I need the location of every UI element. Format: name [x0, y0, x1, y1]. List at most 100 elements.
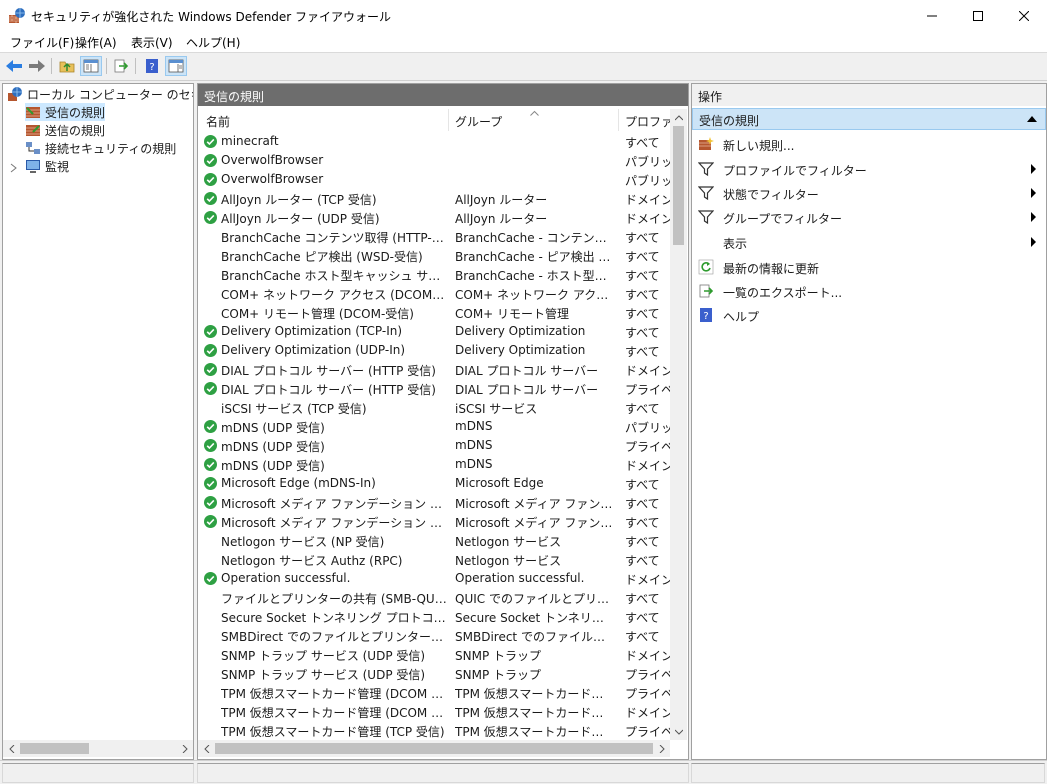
show-hide-console-tree-button[interactable] — [80, 56, 102, 76]
scroll-right-button[interactable] — [176, 740, 193, 757]
table-row[interactable]: DIAL プロトコル サーバー (HTTP 受信) DIAL プロトコル サーバー… — [198, 360, 670, 379]
scroll-left-button[interactable] — [198, 740, 215, 757]
rules-horizontal-scrollbar[interactable] — [198, 740, 670, 757]
table-row[interactable]: Microsoft メディア ファンデーション ネットワーク ... Micros… — [198, 512, 670, 531]
scrollbar-thumb[interactable] — [673, 126, 684, 245]
firewall-app-icon — [9, 8, 25, 23]
rule-group-cell: mDNS — [455, 419, 493, 433]
tree-item-inbound-rules[interactable]: 受信の規則 — [25, 103, 106, 121]
table-row[interactable]: Delivery Optimization (TCP-In) Delivery O… — [198, 322, 670, 341]
table-row[interactable]: SMBDirect でのファイルとプリンターの共有 (i... SMBDirect… — [198, 626, 670, 645]
table-row[interactable]: BranchCache ホスト型キャッシュ サーバー (HT... BranchC… — [198, 265, 670, 284]
scroll-down-button[interactable] — [670, 723, 687, 740]
table-row[interactable]: DIAL プロトコル サーバー (HTTP 受信) DIAL プロトコル サーバー… — [198, 379, 670, 398]
table-row[interactable]: minecraft すべて — [198, 132, 670, 151]
firewall-window: セキュリティが強化された Windows Defender ファイアウォール フ… — [0, 0, 1047, 784]
rules-vertical-scrollbar[interactable] — [670, 109, 687, 740]
forward-button[interactable] — [26, 56, 48, 76]
table-row[interactable]: Microsoft Edge (mDNS-In) Microsoft Edge すべ… — [198, 474, 670, 493]
rule-name-cell: AllJoyn ルーター (TCP 受信) — [221, 193, 377, 207]
rule-group-cell: Netlogon サービス — [455, 535, 562, 549]
scrollbar-thumb[interactable] — [215, 743, 653, 754]
help-icon: ? — [700, 308, 712, 322]
action-item[interactable]: ? ヘルプ — [692, 304, 1046, 326]
menu-file[interactable]: ファイル(F) — [10, 34, 74, 51]
tree-horizontal-scrollbar[interactable] — [3, 740, 193, 757]
table-row[interactable]: COM+ リモート管理 (DCOM-受信) COM+ リモート管理 すべて — [198, 303, 670, 322]
table-row[interactable]: Secure Socket トンネリング プロトコル (SSTP ... Secu… — [198, 607, 670, 626]
action-item[interactable]: 表示 — [692, 231, 1046, 253]
table-row[interactable]: SNMP トラップ サービス (UDP 受信) SNMP トラップ プライベー — [198, 664, 670, 683]
rule-profile-cell: すべて — [625, 630, 660, 644]
table-row[interactable]: iSCSI サービス (TCP 受信) iSCSI サービス すべて — [198, 398, 670, 417]
action-item[interactable]: プロファイルでフィルター — [692, 158, 1046, 180]
svg-text:?: ? — [703, 311, 708, 322]
export-list-button[interactable] — [110, 56, 132, 76]
table-row[interactable]: Operation successful. Operation successfu… — [198, 569, 670, 588]
back-arrow-icon — [6, 60, 22, 72]
actions-title: 操作 — [698, 90, 723, 104]
scroll-left-button[interactable] — [3, 740, 20, 757]
rule-group-cell: COM+ ネットワーク アクセス — [455, 288, 614, 302]
minimize-button[interactable] — [909, 0, 955, 31]
toolbar: ? — [0, 53, 1047, 81]
table-row[interactable]: mDNS (UDP 受信) mDNS ドメイン — [198, 455, 670, 474]
table-row[interactable]: TPM 仮想スマートカード管理 (DCOM 受信) TPM 仮想スマートカード管理… — [198, 702, 670, 721]
tree-root[interactable]: ローカル コンピューター のセキュリティ — [7, 85, 193, 103]
close-button[interactable] — [1001, 0, 1047, 31]
scroll-up-button[interactable] — [670, 109, 687, 126]
table-row[interactable]: mDNS (UDP 受信) mDNS パブリック — [198, 417, 670, 436]
column-header-profile[interactable]: プロファイル — [625, 113, 670, 130]
action-item[interactable]: 一覧のエクスポート... — [692, 280, 1046, 302]
action-item[interactable]: グループでフィルター — [692, 206, 1046, 228]
scroll-right-button[interactable] — [653, 740, 670, 757]
scrollbar-thumb[interactable] — [20, 743, 89, 754]
table-row[interactable]: OverwolfBrowser パブリック — [198, 170, 670, 189]
action-item[interactable]: 状態でフィルター — [692, 182, 1046, 204]
table-row[interactable]: OverwolfBrowser パブリック — [198, 151, 670, 170]
column-divider[interactable] — [618, 109, 619, 131]
minimize-icon — [927, 15, 937, 16]
actions-section-inbound-rules[interactable]: 受信の規則 — [692, 108, 1046, 130]
filter-icon — [698, 162, 714, 177]
table-row[interactable]: COM+ ネットワーク アクセス (DCOM-受信) COM+ ネットワーク アク… — [198, 284, 670, 303]
rule-name-cell: BranchCache コンテンツ取得 (HTTP-受信) — [221, 231, 447, 245]
rule-name-cell: SNMP トラップ サービス (UDP 受信) — [221, 668, 426, 682]
table-row[interactable]: mDNS (UDP 受信) mDNS プライベー — [198, 436, 670, 455]
table-row[interactable]: Netlogon サービス Authz (RPC) Netlogon サービス すべ… — [198, 550, 670, 569]
table-row[interactable]: BranchCache ピア検出 (WSD-受信) BranchCache - ピ… — [198, 246, 670, 265]
status-bar — [0, 760, 1047, 784]
tree-item-connection-security-rules[interactable]: 接続セキュリティの規則 — [25, 139, 176, 157]
rule-profile-cell: すべて — [625, 611, 660, 625]
table-row[interactable]: Microsoft メディア ファンデーション ネットワーク ... Micros… — [198, 493, 670, 512]
table-row[interactable]: TPM 仮想スマートカード管理 (TCP 受信) TPM 仮想スマートカード管理プ… — [198, 721, 670, 740]
collapse-icon[interactable] — [1027, 116, 1037, 122]
column-divider[interactable] — [448, 109, 449, 131]
action-item[interactable]: 最新の情報に更新 — [692, 256, 1046, 278]
maximize-button[interactable] — [955, 0, 1001, 31]
tree-item-monitoring[interactable]: 監視 — [25, 157, 69, 175]
menu-help[interactable]: ヘルプ(H) — [186, 34, 240, 51]
table-row[interactable]: TPM 仮想スマートカード管理 (DCOM 受信) TPM 仮想スマートカード管理… — [198, 683, 670, 702]
table-row[interactable]: AllJoyn ルーター (UDP 受信) AllJoyn ルーター ドメイン, プ — [198, 208, 670, 227]
table-row[interactable]: Netlogon サービス (NP 受信) Netlogon サービス すべて — [198, 531, 670, 550]
menu-action[interactable]: 操作(A) — [75, 34, 117, 51]
filter-icon — [698, 210, 714, 225]
table-row[interactable]: Delivery Optimization (UDP-In) Delivery O… — [198, 341, 670, 360]
column-header-name[interactable]: 名前 — [206, 113, 446, 130]
tree-item-outbound-rules[interactable]: 送信の規則 — [25, 121, 105, 139]
show-hide-action-pane-button[interactable] — [165, 56, 187, 76]
up-one-level-button[interactable] — [56, 56, 78, 76]
action-item[interactable]: 新しい規則... — [692, 133, 1046, 155]
rule-group-cell: Netlogon サービス — [455, 554, 562, 568]
table-row[interactable]: ファイルとプリンターの共有 (SMB-QUIC 受信) QUIC でのファイルとプ… — [198, 588, 670, 607]
table-row[interactable]: SNMP トラップ サービス (UDP 受信) SNMP トラップ ドメイン — [198, 645, 670, 664]
table-row[interactable]: BranchCache コンテンツ取得 (HTTP-受信) BranchCache… — [198, 227, 670, 246]
back-button[interactable] — [3, 56, 25, 76]
menu-view[interactable]: 表示(V) — [131, 34, 173, 51]
rule-name-cell: Netlogon サービス (NP 受信) — [221, 535, 385, 549]
table-row[interactable]: AllJoyn ルーター (TCP 受信) AllJoyn ルーター ドメイン, プ — [198, 189, 670, 208]
chevron-left-icon — [203, 744, 209, 753]
chevron-right-icon[interactable] — [10, 163, 18, 173]
help-button[interactable]: ? — [141, 56, 163, 76]
